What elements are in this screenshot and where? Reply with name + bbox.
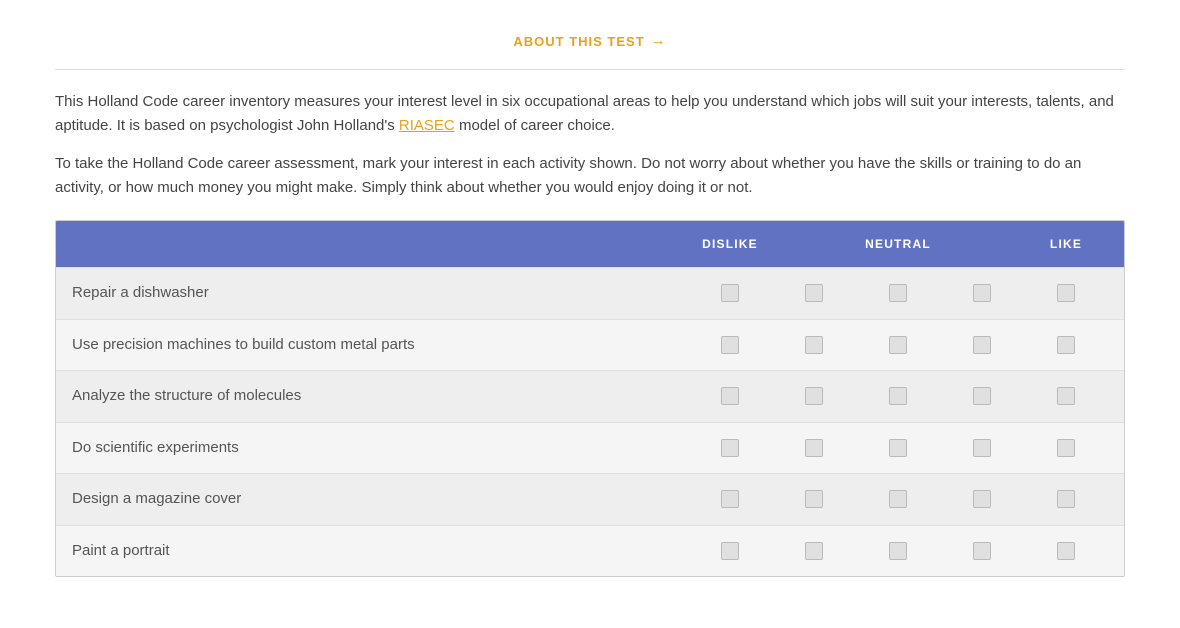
table-row: Use precision machines to build custom m… bbox=[56, 319, 1124, 371]
intro-paragraph-1: This Holland Code career inventory measu… bbox=[55, 90, 1125, 138]
checkbox-1-5[interactable] bbox=[1057, 284, 1075, 302]
checkbox-cell-5 bbox=[1024, 336, 1108, 354]
checkbox-4-1[interactable] bbox=[721, 439, 739, 457]
checkbox-cell-2 bbox=[772, 387, 856, 405]
checkbox-1-2[interactable] bbox=[805, 284, 823, 302]
checkbox-cell-5 bbox=[1024, 490, 1108, 508]
checkbox-2-2[interactable] bbox=[805, 336, 823, 354]
intro-paragraph-2: To take the Holland Code career assessme… bbox=[55, 152, 1125, 200]
checkbox-cell-3 bbox=[856, 387, 940, 405]
checkbox-5-3[interactable] bbox=[889, 490, 907, 508]
checkbox-6-3[interactable] bbox=[889, 542, 907, 560]
checkbox-cell-1 bbox=[688, 542, 772, 560]
checkboxes bbox=[688, 336, 1108, 354]
activity-label: Analyze the structure of molecules bbox=[72, 385, 688, 408]
activity-label: Design a magazine cover bbox=[72, 488, 688, 511]
checkboxes bbox=[688, 490, 1108, 508]
checkboxes bbox=[688, 387, 1108, 405]
checkbox-6-4[interactable] bbox=[973, 542, 991, 560]
header-options: DISLIKE NEUTRAL LIKE bbox=[688, 235, 1108, 253]
checkbox-5-4[interactable] bbox=[973, 490, 991, 508]
activity-table: DISLIKE NEUTRAL LIKE Repair a dishwasher bbox=[55, 220, 1125, 577]
checkbox-cell-3 bbox=[856, 439, 940, 457]
checkbox-1-4[interactable] bbox=[973, 284, 991, 302]
table-row: Design a magazine cover bbox=[56, 473, 1124, 525]
activity-label: Use precision machines to build custom m… bbox=[72, 334, 688, 357]
table-row: Repair a dishwasher bbox=[56, 267, 1124, 319]
header-like-label: LIKE bbox=[1024, 235, 1108, 253]
checkbox-cell-5 bbox=[1024, 439, 1108, 457]
checkbox-cell-1 bbox=[688, 387, 772, 405]
table-row: Do scientific experiments bbox=[56, 422, 1124, 474]
checkbox-cell-3 bbox=[856, 336, 940, 354]
checkbox-cell-4 bbox=[940, 439, 1024, 457]
checkbox-cell-1 bbox=[688, 284, 772, 302]
checkbox-3-1[interactable] bbox=[721, 387, 739, 405]
checkbox-3-2[interactable] bbox=[805, 387, 823, 405]
checkbox-cell-2 bbox=[772, 284, 856, 302]
checkbox-3-3[interactable] bbox=[889, 387, 907, 405]
checkboxes bbox=[688, 542, 1108, 560]
checkbox-1-1[interactable] bbox=[721, 284, 739, 302]
checkbox-6-2[interactable] bbox=[805, 542, 823, 560]
checkbox-5-1[interactable] bbox=[721, 490, 739, 508]
checkbox-2-5[interactable] bbox=[1057, 336, 1075, 354]
checkbox-cell-2 bbox=[772, 490, 856, 508]
about-test-arrow: → bbox=[651, 30, 667, 53]
checkbox-cell-3 bbox=[856, 542, 940, 560]
about-link-row: ABOUT THIS TEST → bbox=[55, 20, 1125, 69]
table-row: Analyze the structure of molecules bbox=[56, 370, 1124, 422]
about-test-label: ABOUT THIS TEST bbox=[513, 32, 644, 52]
header-dislike-label: DISLIKE bbox=[688, 235, 772, 253]
checkboxes bbox=[688, 284, 1108, 302]
checkbox-cell-5 bbox=[1024, 284, 1108, 302]
activity-label: Paint a portrait bbox=[72, 540, 688, 563]
checkbox-5-2[interactable] bbox=[805, 490, 823, 508]
checkbox-3-5[interactable] bbox=[1057, 387, 1075, 405]
checkbox-cell-3 bbox=[856, 490, 940, 508]
checkbox-2-1[interactable] bbox=[721, 336, 739, 354]
checkbox-6-1[interactable] bbox=[721, 542, 739, 560]
activity-label: Repair a dishwasher bbox=[72, 282, 688, 305]
checkbox-cell-4 bbox=[940, 490, 1024, 508]
checkbox-cell-5 bbox=[1024, 387, 1108, 405]
header-neutral-label: NEUTRAL bbox=[856, 235, 940, 253]
checkbox-4-3[interactable] bbox=[889, 439, 907, 457]
checkbox-6-5[interactable] bbox=[1057, 542, 1075, 560]
checkbox-5-5[interactable] bbox=[1057, 490, 1075, 508]
table-header: DISLIKE NEUTRAL LIKE bbox=[56, 221, 1124, 267]
checkbox-3-4[interactable] bbox=[973, 387, 991, 405]
checkbox-4-4[interactable] bbox=[973, 439, 991, 457]
checkbox-4-2[interactable] bbox=[805, 439, 823, 457]
checkbox-cell-4 bbox=[940, 542, 1024, 560]
checkbox-cell-5 bbox=[1024, 542, 1108, 560]
checkbox-cell-2 bbox=[772, 542, 856, 560]
checkbox-4-5[interactable] bbox=[1057, 439, 1075, 457]
riasec-link[interactable]: RIASEC bbox=[399, 117, 455, 134]
page-container: ABOUT THIS TEST → This Holland Code care… bbox=[25, 0, 1155, 597]
checkbox-cell-2 bbox=[772, 439, 856, 457]
activity-label: Do scientific experiments bbox=[72, 437, 688, 460]
checkbox-cell-1 bbox=[688, 490, 772, 508]
checkbox-cell-4 bbox=[940, 387, 1024, 405]
checkbox-cell-3 bbox=[856, 284, 940, 302]
about-test-link[interactable]: ABOUT THIS TEST → bbox=[513, 30, 666, 53]
checkbox-cell-4 bbox=[940, 336, 1024, 354]
checkbox-cell-1 bbox=[688, 439, 772, 457]
checkbox-cell-1 bbox=[688, 336, 772, 354]
checkbox-2-4[interactable] bbox=[973, 336, 991, 354]
checkbox-2-3[interactable] bbox=[889, 336, 907, 354]
divider bbox=[55, 69, 1125, 70]
checkbox-cell-2 bbox=[772, 336, 856, 354]
table-row: Paint a portrait bbox=[56, 525, 1124, 577]
checkbox-cell-4 bbox=[940, 284, 1024, 302]
checkbox-1-3[interactable] bbox=[889, 284, 907, 302]
checkboxes bbox=[688, 439, 1108, 457]
